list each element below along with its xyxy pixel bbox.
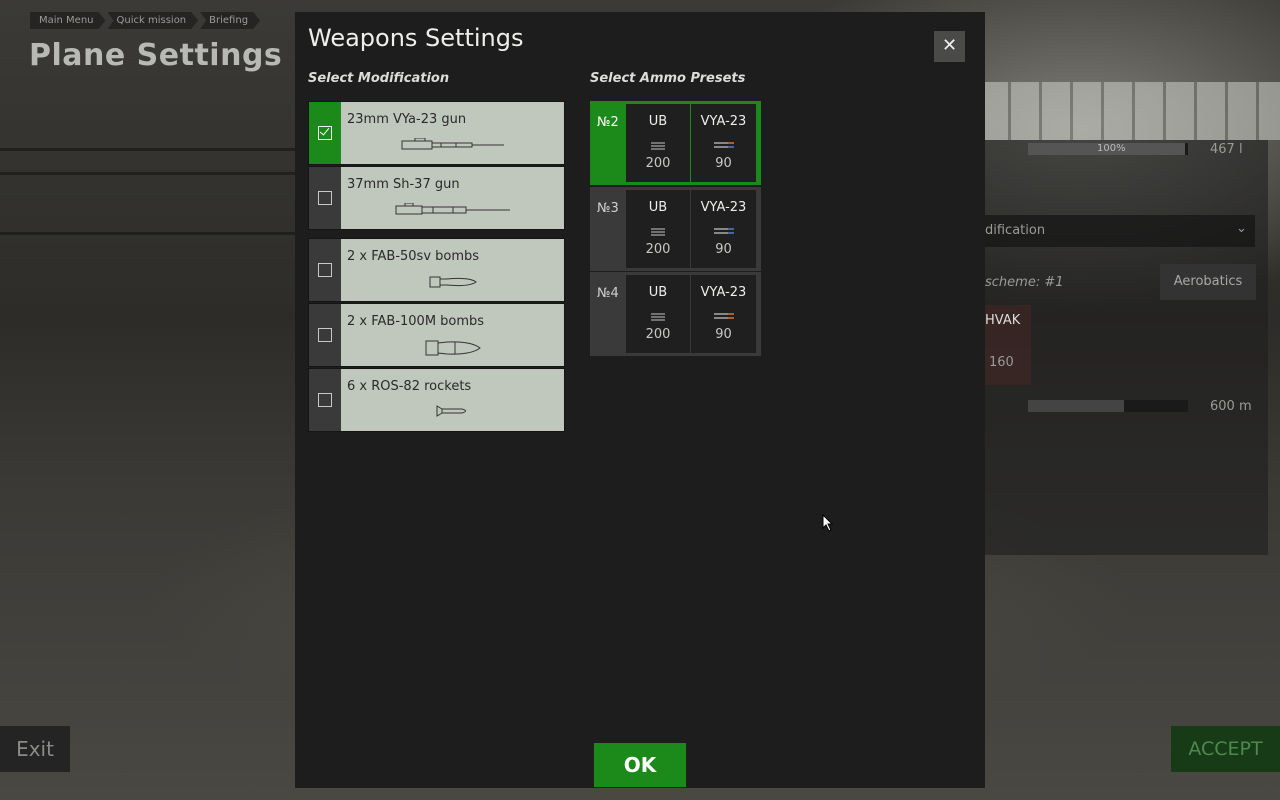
preset-number: №3 [597, 201, 619, 216]
ammo-type: UB [648, 200, 668, 215]
modification-name: 6 x ROS-82 rockets [347, 379, 472, 394]
ammo-count: 200 [645, 242, 671, 257]
breadcrumb-item[interactable]: Briefing [200, 12, 260, 29]
ammo-belt-icon [651, 313, 665, 321]
ammo-slot: VYA-23 90 [691, 104, 756, 182]
modification-item[interactable]: 37mm Sh-37 gun [308, 166, 565, 230]
hangar-beam [0, 148, 300, 151]
ammo-type: UB [648, 114, 668, 129]
modal-title: Weapons Settings [308, 24, 524, 52]
modification-item[interactable]: 2 x FAB-100M bombs [308, 303, 565, 367]
ammo-slot: UB 200 [626, 104, 690, 182]
hangar-beam [0, 232, 300, 235]
modification-item[interactable]: 23mm VYa-23 gun [308, 101, 565, 165]
breadcrumb: Main Menu Quick mission Briefing [30, 12, 260, 29]
modification-name: 23mm VYa-23 gun [347, 112, 467, 127]
hangar-beam [0, 172, 300, 175]
range-value: 600 m [1210, 399, 1252, 414]
hvak-slot[interactable]: HVAK 160 [985, 305, 1031, 385]
aerobatics-button[interactable]: Aerobatics [1160, 264, 1256, 300]
breadcrumb-item[interactable]: Quick mission [108, 12, 199, 29]
ammo-slot: VYA-23 90 [691, 275, 756, 353]
ammo-count: 90 [715, 327, 732, 342]
modification-name: 37mm Sh-37 gun [347, 177, 460, 192]
preset-number: №4 [597, 286, 619, 301]
preset-number: №2 [597, 115, 619, 130]
ammo-type: VYA-23 [700, 285, 747, 300]
modification-dropdown[interactable]: dification ⌄ [985, 215, 1255, 247]
scheme-label: scheme: #1 [985, 275, 1064, 290]
ammo-count: 90 [715, 242, 732, 257]
ammo-belt-icon [651, 228, 665, 236]
ammo-preset[interactable]: №3 UB 200 VYA-23 90 [590, 187, 761, 271]
ammo-belt-icon [651, 142, 665, 150]
hvak-name: HVAK [985, 313, 1021, 328]
ammo-type: UB [648, 285, 668, 300]
page-title: Plane Settings [29, 38, 283, 73]
checkmark-icon [319, 125, 330, 136]
ammo-slot: UB 200 [626, 190, 690, 268]
bomb-icon [429, 276, 477, 288]
modification-name: 2 x FAB-100M bombs [347, 314, 485, 329]
accept-button[interactable]: ACCEPT [1171, 726, 1280, 772]
ammo-preset[interactable]: №2 UB 200 VYA-23 90 [590, 101, 761, 185]
ammo-type: VYA-23 [700, 114, 747, 129]
ammo-count: 200 [645, 327, 671, 342]
hangar-window [980, 82, 1280, 140]
hvak-count: 160 [989, 355, 1014, 370]
breadcrumb-item[interactable]: Main Menu [30, 12, 106, 29]
bomb-icon [425, 340, 481, 356]
ammo-type: VYA-23 [700, 200, 747, 215]
ammo-count: 90 [715, 156, 732, 171]
range-slider[interactable] [1028, 400, 1188, 412]
cannon-icon [401, 138, 504, 150]
ammo-slot: UB 200 [626, 275, 690, 353]
modification-checkbox[interactable] [309, 369, 341, 431]
ammo-preset[interactable]: №4 UB 200 VYA-23 90 [590, 272, 761, 356]
ammo-belt-icon [713, 142, 734, 148]
weapons-settings-modal: Weapons Settings ✕ Select Modification S… [295, 12, 985, 788]
modification-checkbox[interactable] [309, 102, 341, 164]
rocket-icon [436, 405, 466, 417]
close-button[interactable]: ✕ [934, 31, 965, 62]
ammo-slot: VYA-23 90 [691, 190, 756, 268]
fuel-value: 467 l [1210, 142, 1243, 157]
modification-name: 2 x FAB-50sv bombs [347, 249, 480, 264]
modification-checkbox[interactable] [309, 239, 341, 301]
mouse-cursor-icon [822, 514, 834, 532]
ammo-count: 200 [645, 156, 671, 171]
select-modification-label: Select Modification [308, 71, 450, 86]
modification-checkbox[interactable] [309, 304, 341, 366]
modification-dropdown-value: dification [985, 223, 1046, 238]
cannon-icon [395, 203, 510, 215]
select-ammo-label: Select Ammo Presets [590, 71, 746, 86]
chevron-down-icon: ⌄ [1236, 221, 1247, 236]
ok-button[interactable]: OK [594, 743, 686, 787]
ammo-belt-icon [713, 313, 734, 319]
close-icon: ✕ [941, 35, 958, 56]
modification-item[interactable]: 6 x ROS-82 rockets [308, 368, 565, 432]
fuel-percent: 100% [1097, 143, 1126, 154]
modification-item[interactable]: 2 x FAB-50sv bombs [308, 238, 565, 302]
ammo-belt-icon [713, 228, 734, 234]
modification-checkbox[interactable] [309, 167, 341, 229]
exit-button[interactable]: Exit [0, 726, 70, 772]
